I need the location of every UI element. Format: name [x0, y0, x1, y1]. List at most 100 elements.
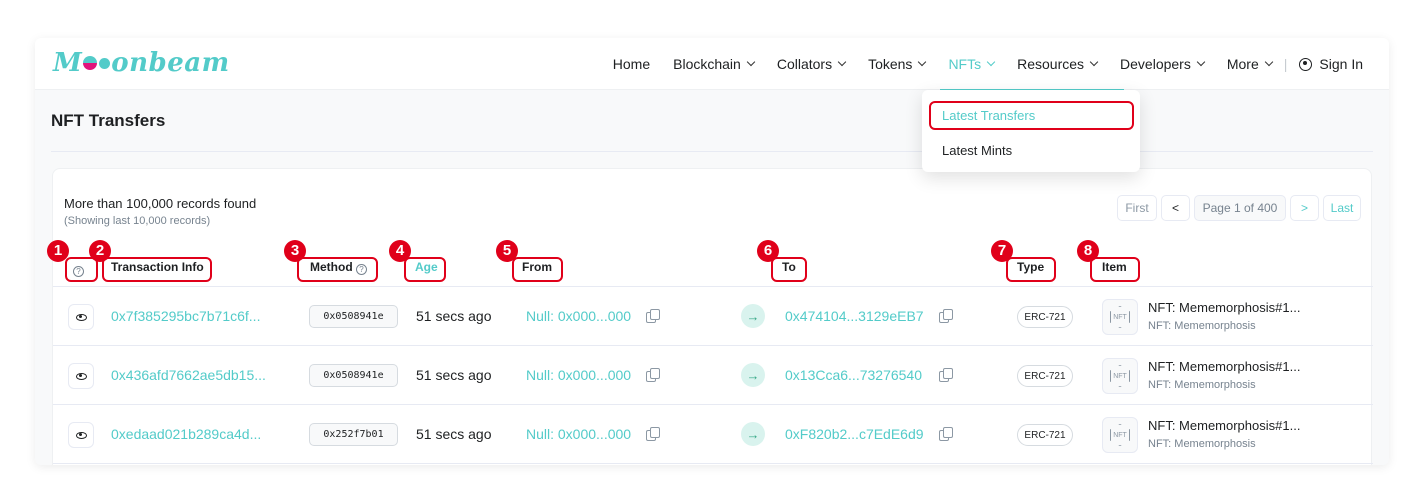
age-value: 51 secs ago — [416, 367, 492, 383]
item-collection: NFT: Mememorphosis — [1148, 438, 1256, 450]
user-circle-icon — [1299, 57, 1313, 71]
records-showing-note: (Showing last 10,000 records) — [64, 215, 211, 227]
table-row: 0x436afd7662ae5db15... 0x0508941e 51 sec… — [53, 346, 1373, 405]
annotation-badge-4: 4 — [389, 240, 411, 262]
eye-icon — [75, 431, 87, 439]
nft-thumbnail[interactable]: NFT — [1102, 417, 1138, 453]
nft-hexagon-icon: NFT — [1110, 365, 1130, 387]
annotation-badge-3: 3 — [284, 240, 306, 262]
pager-last-button[interactable]: Last — [1323, 195, 1361, 221]
to-address-link[interactable]: 0x13Cca6...73276540 — [785, 367, 922, 383]
preview-button[interactable] — [68, 304, 94, 330]
nav-developers-label: Developers — [1120, 56, 1191, 72]
nav-collators[interactable]: Collators — [776, 38, 847, 90]
nav-developers[interactable]: Developers — [1120, 38, 1206, 90]
item-collection: NFT: Mememorphosis — [1148, 320, 1256, 332]
page-title: NFT Transfers — [51, 111, 166, 130]
item-name-link[interactable]: NFT: Mememorphosis#1... — [1148, 359, 1300, 374]
page-shell: Monbeam Home Blockchain Collators Tokens… — [35, 38, 1389, 465]
table-header: ? Transaction Info Method ? Age From To … — [53, 249, 1373, 287]
table-row: 0xedaad021b289ca4d... 0x252f7b01 51 secs… — [53, 405, 1373, 464]
copy-icon[interactable] — [646, 309, 660, 323]
nft-hexagon-icon: NFT — [1110, 424, 1130, 446]
nav-tokens-label: Tokens — [868, 56, 913, 72]
copy-icon[interactable] — [939, 368, 953, 382]
nav-nfts[interactable]: NFTs — [940, 38, 1123, 91]
copy-icon[interactable] — [939, 427, 953, 441]
table-row: 0x7f385295bc7b71c6f... 0x0508941e 51 sec… — [53, 287, 1373, 346]
copy-icon[interactable] — [646, 368, 660, 382]
from-address-link[interactable]: Null: 0x000...000 — [526, 426, 631, 442]
item-name-link[interactable]: NFT: Mememorphosis#1... — [1148, 418, 1300, 433]
age-value: 51 secs ago — [416, 426, 492, 442]
pager-first-button[interactable]: First — [1117, 195, 1157, 221]
chevron-down-icon — [918, 57, 927, 67]
nav-more-label: More — [1226, 56, 1259, 72]
main-nav: Home Blockchain Collators Tokens NFTs Re… — [590, 38, 1389, 91]
eye-icon — [75, 372, 87, 380]
to-address-link[interactable]: 0xF820b2...c7EdE6d9 — [785, 426, 924, 442]
pager-prev-button[interactable]: < — [1161, 195, 1190, 221]
tx-hash-link[interactable]: 0x436afd7662ae5db15... — [111, 367, 266, 383]
nav-collators-label: Collators — [776, 56, 833, 72]
method-badge: 0x0508941e — [309, 305, 398, 328]
to-address-link[interactable]: 0x474104...3129eEB7 — [785, 308, 924, 324]
from-address-link[interactable]: Null: 0x000...000 — [526, 308, 631, 324]
highlight-item — [1090, 257, 1140, 282]
menu-item-latest-mints[interactable]: Latest Mints — [942, 143, 1012, 158]
nft-hexagon-icon: NFT — [1110, 306, 1130, 328]
chevron-down-icon — [837, 57, 847, 67]
nft-thumbnail[interactable]: NFT — [1102, 358, 1138, 394]
chevron-down-icon — [1089, 57, 1099, 67]
preview-button[interactable] — [68, 363, 94, 389]
copy-icon[interactable] — [939, 309, 953, 323]
logo-moon-icon — [83, 56, 98, 70]
highlight-age — [404, 257, 446, 282]
nft-thumbnail[interactable]: NFT — [1102, 299, 1138, 335]
method-badge: 0x252f7b01 — [309, 423, 398, 446]
copy-icon[interactable] — [646, 427, 660, 441]
arrow-right-icon: → — [741, 422, 765, 446]
arrow-right-icon: → — [741, 304, 765, 328]
nav-blockchain[interactable]: Blockchain — [673, 38, 756, 90]
tx-hash-link[interactable]: 0x7f385295bc7b71c6f... — [111, 308, 260, 324]
chevron-down-icon — [986, 57, 996, 67]
pagination: First < Page 1 of 400 > Last — [1113, 195, 1361, 221]
highlight-info-header — [65, 257, 98, 282]
tx-hash-link[interactable]: 0xedaad021b289ca4d... — [111, 426, 261, 442]
annotation-badge-1: 1 — [47, 240, 69, 262]
nfts-dropdown-menu: Latest Transfers Latest Mints — [922, 90, 1140, 172]
nav-resources-label: Resources — [1017, 56, 1085, 72]
token-type-badge: ERC-721 — [1017, 365, 1073, 387]
arrow-right-icon: → — [741, 363, 765, 387]
nav-nfts-label: NFTs — [948, 56, 982, 72]
annotation-badge-5: 5 — [496, 240, 518, 262]
logo-text-end: onbeam — [111, 48, 230, 78]
nav-tokens[interactable]: Tokens — [868, 38, 927, 90]
nav-blockchain-label: Blockchain — [673, 56, 741, 72]
preview-button[interactable] — [68, 422, 94, 448]
highlight-type — [1006, 257, 1056, 282]
annotation-badge-2: 2 — [89, 240, 111, 262]
annotation-badge-6: 6 — [757, 240, 779, 262]
nav-more[interactable]: More — [1226, 38, 1274, 90]
annotation-badge-7: 7 — [991, 240, 1013, 262]
method-badge: 0x0508941e — [309, 364, 398, 387]
nav-resources[interactable]: Resources — [1017, 38, 1099, 90]
nav-home[interactable]: Home — [613, 38, 650, 90]
chevron-down-icon — [1264, 57, 1274, 67]
logo-text-start: M — [53, 48, 83, 78]
highlight-transaction-info — [102, 257, 212, 282]
item-name-link[interactable]: NFT: Mememorphosis#1... — [1148, 300, 1300, 315]
nav-separator: | — [1283, 56, 1288, 72]
item-collection: NFT: Mememorphosis — [1148, 379, 1256, 391]
pager-next-button[interactable]: > — [1290, 195, 1319, 221]
nav-home-label: Home — [612, 56, 651, 72]
records-count: More than 100,000 records found — [64, 196, 257, 211]
sign-in-link[interactable]: Sign In — [1299, 38, 1363, 90]
highlight-to — [771, 257, 807, 282]
top-header: Monbeam Home Blockchain Collators Tokens… — [35, 38, 1389, 91]
from-address-link[interactable]: Null: 0x000...000 — [526, 367, 631, 383]
token-type-badge: ERC-721 — [1017, 306, 1073, 328]
moonbeam-logo[interactable]: Monbeam — [53, 48, 230, 78]
